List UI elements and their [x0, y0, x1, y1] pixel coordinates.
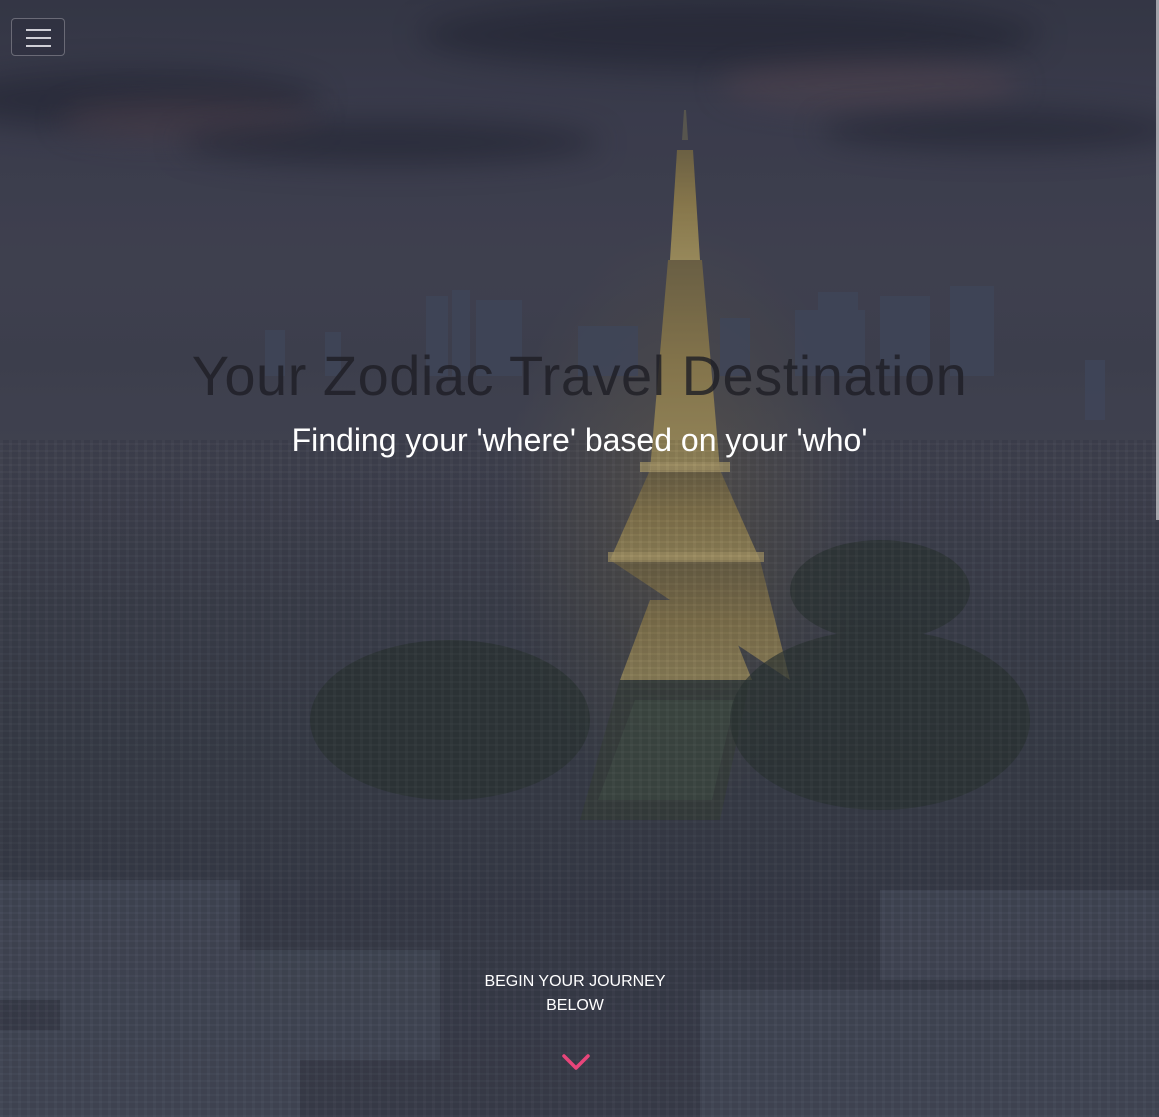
hero-section: Your Zodiac Travel Destination Finding y… [0, 0, 1159, 1117]
menu-toggle-button[interactable] [11, 18, 65, 56]
cta-line: BEGIN YOUR JOURNEY [484, 973, 666, 990]
page-title: Your Zodiac Travel Destination [191, 344, 968, 407]
hamburger-menu-icon [26, 45, 51, 47]
hamburger-menu-icon [26, 37, 51, 39]
page-subtitle: Finding your 'where' based on your 'who' [291, 422, 868, 458]
begin-journey-text: BEGIN YOUR JOURNEY BELOW [475, 970, 675, 1018]
dark-overlay [0, 0, 1159, 1117]
cta-line: BELOW [546, 997, 604, 1014]
hamburger-menu-icon [26, 29, 51, 31]
chevron-down-icon[interactable] [560, 1050, 592, 1074]
